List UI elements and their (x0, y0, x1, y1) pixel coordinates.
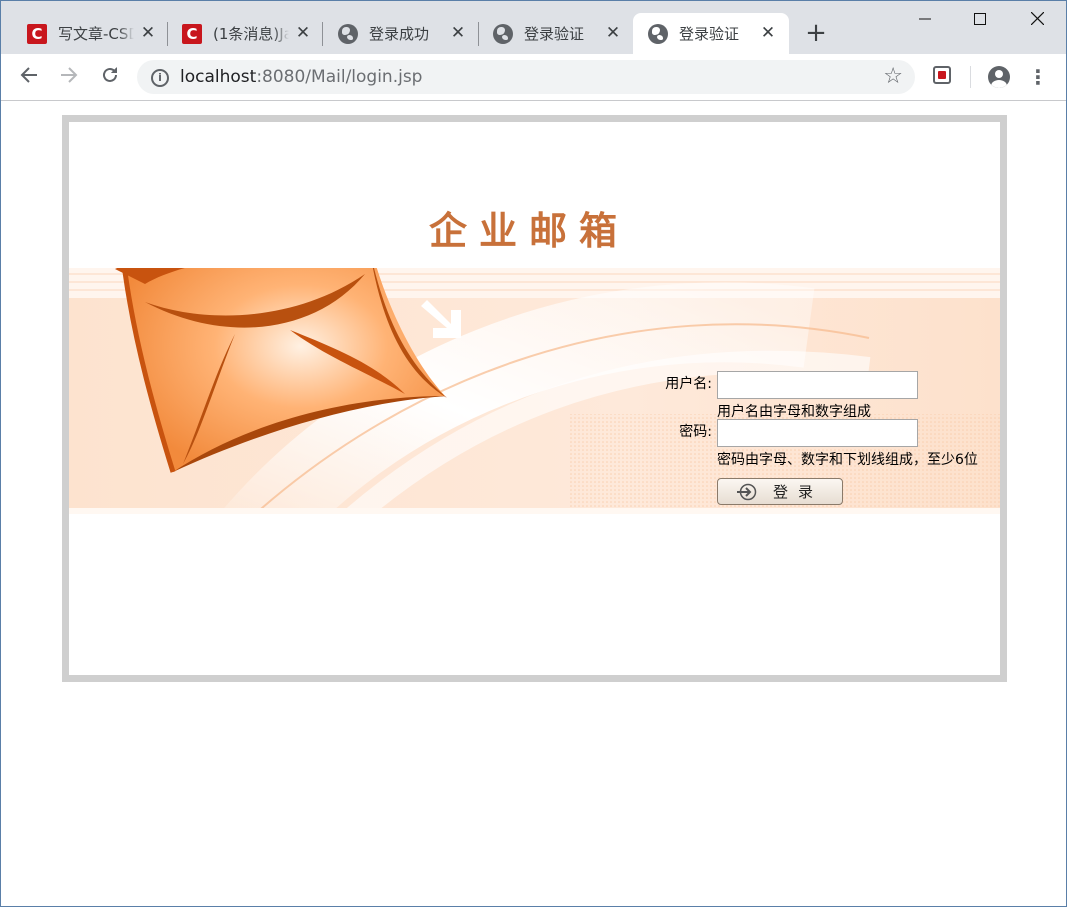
reload-icon (103, 67, 117, 82)
bookmark-star-icon[interactable]: ☆ (883, 64, 903, 90)
tab-title: 登录验证 (524, 25, 585, 43)
login-button-label: 登录 (773, 483, 824, 501)
address-bar[interactable]: i localhost:8080/Mail/login.jsp ☆ (137, 60, 915, 94)
forward-button[interactable] (56, 64, 82, 90)
minimize-icon (919, 18, 931, 20)
close-tab-icon[interactable]: ✕ (604, 24, 622, 42)
profile-avatar-icon[interactable] (988, 66, 1010, 88)
page-viewport: 企业邮箱 用户名: 用户名由字母和数字组成 密码: 密码由字母、数字和下划线组成… (1, 101, 1066, 906)
back-arrow-icon (20, 67, 37, 83)
tab-2[interactable]: C (1条消息)Ja ✕ (182, 13, 312, 54)
tab-title: 登录验证 (679, 25, 740, 43)
tab-1[interactable]: C 写文章-CSDN ✕ (27, 13, 157, 54)
globe-icon (338, 23, 358, 44)
tab-title: 写文章-CSDN (58, 25, 134, 43)
close-tab-icon[interactable]: ✕ (294, 24, 312, 42)
url-host: localhost (180, 67, 257, 87)
username-input[interactable] (717, 371, 918, 399)
login-panel: 企业邮箱 用户名: 用户名由字母和数字组成 密码: 密码由字母、数字和下划线组成… (69, 122, 1000, 675)
url-text[interactable]: localhost:8080/Mail/login.jsp (180, 60, 422, 94)
reload-button[interactable] (97, 64, 123, 90)
password-label: 密码: (679, 424, 712, 440)
close-window-button[interactable] (1014, 5, 1060, 35)
maximize-button[interactable] (957, 5, 1003, 35)
csdn-icon: C (182, 23, 202, 44)
close-icon (1030, 11, 1044, 26)
tab-strip: C 写文章-CSDN ✕ C (1条消息)Ja ✕ 登录成功 ✕ 登录验证 ✕ … (1, 1, 1066, 54)
url-path: :8080/Mail/login.jsp (256, 67, 423, 87)
browser-toolbar: i localhost:8080/Mail/login.jsp ☆ ⋮ (1, 54, 1066, 101)
password-hint: 密码由字母、数字和下划线组成，至少6位 (717, 452, 978, 468)
globe-icon (648, 23, 668, 44)
login-frame: 企业邮箱 用户名: 用户名由字母和数字组成 密码: 密码由字母、数字和下划线组成… (62, 115, 1007, 682)
arrow-right-circle-icon (736, 483, 758, 501)
close-tab-icon[interactable]: ✕ (139, 24, 157, 42)
minimize-button[interactable] (902, 5, 948, 35)
username-hint: 用户名由字母和数字组成 (717, 404, 871, 420)
login-form: 用户名: 用户名由字母和数字组成 密码: 密码由字母、数字和下划线组成，至少6位 (69, 122, 1000, 675)
close-tab-icon[interactable]: ✕ (449, 24, 467, 42)
maximize-icon (974, 13, 986, 25)
csdn-icon: C (27, 23, 47, 44)
extension-icon[interactable] (933, 66, 951, 84)
forward-arrow-icon (61, 67, 78, 83)
back-button[interactable] (16, 64, 42, 90)
new-tab-button[interactable]: + (804, 20, 828, 46)
login-button[interactable]: 登录 (717, 478, 843, 505)
tab-title: 登录成功 (369, 25, 430, 43)
globe-icon (493, 23, 513, 44)
tab-title: (1条消息)Ja (213, 25, 289, 43)
browser-window: C 写文章-CSDN ✕ C (1条消息)Ja ✕ 登录成功 ✕ 登录验证 ✕ … (0, 0, 1067, 907)
tab-4[interactable]: 登录验证 ✕ (493, 13, 622, 54)
tab-separator (167, 22, 168, 46)
tab-separator (478, 22, 479, 46)
toolbar-separator (970, 66, 971, 88)
tab-3[interactable]: 登录成功 ✕ (338, 13, 467, 54)
info-icon[interactable]: i (151, 69, 169, 87)
close-tab-icon[interactable]: ✕ (759, 24, 777, 42)
menu-icon[interactable]: ⋮ (1028, 64, 1048, 90)
password-input[interactable] (717, 419, 918, 447)
username-label: 用户名: (665, 376, 712, 392)
tab-5-active[interactable]: 登录验证 ✕ (633, 13, 789, 54)
tab-separator (322, 22, 323, 46)
